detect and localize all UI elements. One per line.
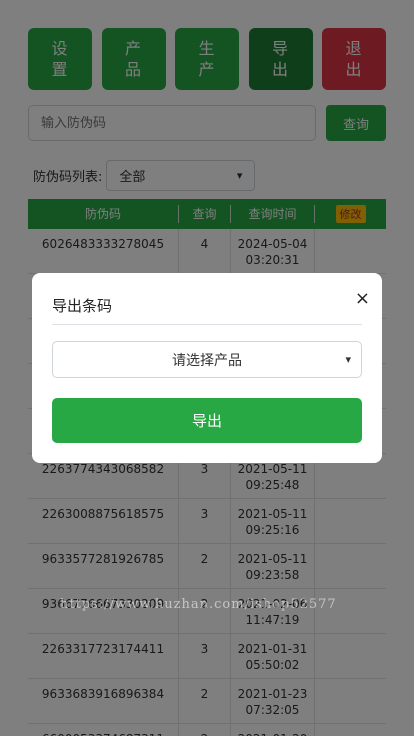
watermark-text: https://www.huzhan.com/ishop52577 [60,597,337,612]
product-select[interactable]: 请选择产品 ▾ [52,341,362,378]
modal-divider [52,324,362,325]
product-select-placeholder: 请选择产品 [172,352,242,369]
export-button[interactable]: 导出 [52,398,362,443]
close-icon[interactable]: × [355,288,370,309]
export-modal: 导出条码 × 请选择产品 ▾ 导出 [32,273,382,463]
modal-title: 导出条码 [52,297,113,315]
chevron-down-icon: ▾ [345,353,351,366]
